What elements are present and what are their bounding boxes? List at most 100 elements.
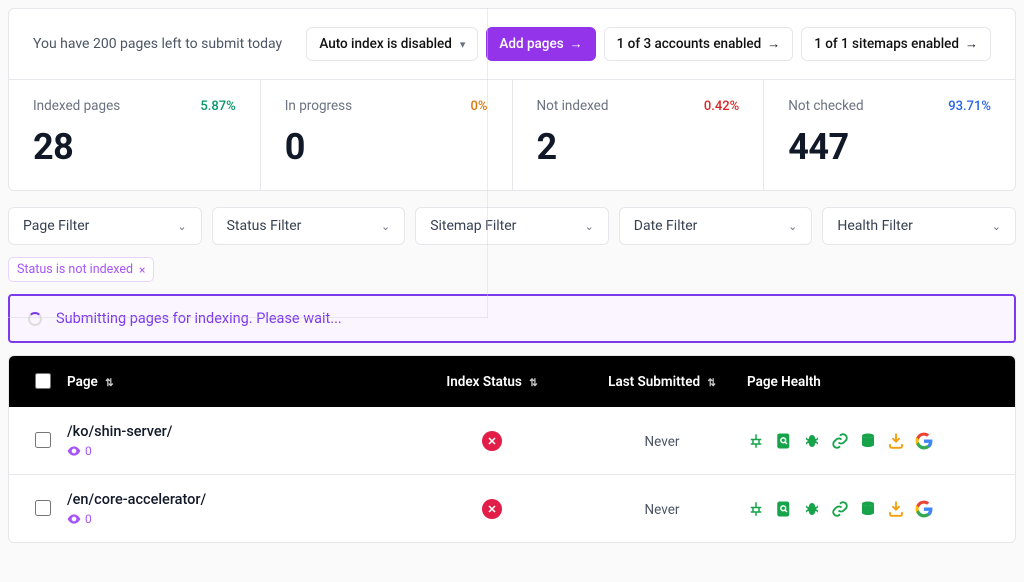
database-icon[interactable]	[859, 432, 877, 450]
date-filter[interactable]: Date Filter ⌄	[619, 207, 813, 245]
health-icons	[747, 500, 993, 518]
header-actions: Auto index is disabled ▾ Add pages → 1 o…	[306, 27, 991, 61]
table-header: Page ⇅ Index Status ⇅ Last Submitted ⇅ P…	[9, 356, 1015, 407]
filter-label: Page Filter	[23, 218, 89, 234]
link-icon[interactable]	[831, 500, 849, 518]
health-icons	[747, 432, 993, 450]
page-path[interactable]: /en/core-accelerator/	[67, 491, 407, 508]
last-submitted: Never	[645, 502, 680, 518]
chevron-down-icon: ⌄	[788, 220, 797, 233]
status-error-icon: ✕	[482, 499, 502, 519]
chevron-down-icon: ⌄	[177, 220, 186, 233]
add-pages-button[interactable]: Add pages →	[486, 27, 595, 61]
col-index-status[interactable]: Index Status ⇅	[407, 374, 577, 390]
sort-icon: ⇅	[529, 378, 537, 389]
accounts-label: 1 of 3 accounts enabled	[617, 36, 762, 52]
views-count: 0	[85, 444, 92, 458]
filter-label: Sitemap Filter	[430, 218, 516, 234]
filter-label: Health Filter	[837, 218, 913, 234]
accounts-button[interactable]: 1 of 3 accounts enabled →	[604, 27, 794, 61]
select-all-checkbox[interactable]	[35, 373, 51, 389]
search-doc-icon[interactable]	[775, 500, 793, 518]
row-checkbox[interactable]	[35, 500, 51, 516]
google-icon[interactable]	[915, 432, 933, 450]
stats-row: Indexed pages 5.87% 28 In progress 0% 0 …	[9, 79, 1015, 190]
stat-value: 2	[537, 126, 740, 168]
stat-label: In progress	[285, 98, 352, 114]
submitting-banner: Submitting pages for indexing. Please wa…	[8, 294, 1016, 343]
status-error-icon: ✕	[482, 431, 502, 451]
pages-table: Page ⇅ Index Status ⇅ Last Submitted ⇅ P…	[8, 355, 1016, 543]
search-doc-icon[interactable]	[775, 432, 793, 450]
stat-label: Indexed pages	[33, 98, 120, 114]
col-label: Last Submitted	[608, 374, 700, 390]
sitemap-filter[interactable]: Sitemap Filter ⌄	[415, 207, 609, 245]
table-row: /ko/shin-server/ 0 ✕ Never	[9, 407, 1015, 474]
download-icon[interactable]	[887, 500, 905, 518]
status-filter[interactable]: Status Filter ⌄	[212, 207, 406, 245]
spinner-icon	[28, 312, 42, 326]
active-filters: Status is not indexed ×	[8, 257, 1016, 282]
sort-icon: ⇅	[707, 378, 715, 389]
stat-label: Not indexed	[537, 98, 609, 114]
summary-card: You have 200 pages left to submit today …	[8, 8, 1016, 191]
eye-icon	[67, 446, 81, 456]
col-label: Page Health	[747, 374, 821, 390]
arrow-right-icon: →	[570, 38, 583, 51]
download-icon[interactable]	[887, 432, 905, 450]
stat-not-checked[interactable]: Not checked 93.71% 447	[764, 80, 1015, 190]
page-filter[interactable]: Page Filter ⌄	[8, 207, 202, 245]
sort-icon: ⇅	[105, 378, 113, 389]
col-page-health: Page Health	[747, 374, 993, 390]
chevron-down-icon: ⌄	[585, 220, 594, 233]
last-submitted: Never	[645, 434, 680, 450]
filter-row: Page Filter ⌄ Status Filter ⌄ Sitemap Fi…	[8, 207, 1016, 245]
auto-index-label: Auto index is disabled	[319, 36, 452, 52]
col-page[interactable]: Page ⇅	[67, 374, 407, 390]
stat-not-indexed[interactable]: Not indexed 0.42% 2	[513, 80, 765, 190]
add-pages-label: Add pages	[499, 36, 563, 52]
sitemap-icon[interactable]	[747, 500, 765, 518]
link-icon[interactable]	[831, 432, 849, 450]
stat-pct: 0%	[471, 99, 488, 114]
stat-value: 0	[285, 126, 488, 168]
stat-pct: 5.87%	[200, 99, 235, 114]
page-views: 0	[67, 444, 407, 458]
page-path[interactable]: /ko/shin-server/	[67, 423, 407, 440]
row-checkbox[interactable]	[35, 432, 51, 448]
stat-label: Not checked	[788, 98, 863, 114]
stat-indexed[interactable]: Indexed pages 5.87% 28	[9, 80, 261, 190]
close-icon[interactable]: ×	[139, 264, 145, 276]
stat-value: 447	[788, 126, 991, 168]
col-label: Index Status	[446, 374, 522, 390]
chevron-down-icon: ▾	[460, 38, 466, 51]
bug-icon[interactable]	[803, 432, 821, 450]
stat-pct: 0.42%	[704, 99, 739, 114]
database-icon[interactable]	[859, 500, 877, 518]
col-last-submitted[interactable]: Last Submitted ⇅	[577, 374, 747, 390]
filter-chip[interactable]: Status is not indexed ×	[8, 257, 154, 282]
stat-pct: 93.71%	[948, 99, 991, 114]
summary-header: You have 200 pages left to submit today …	[9, 9, 1015, 79]
views-count: 0	[85, 512, 92, 526]
auto-index-toggle[interactable]: Auto index is disabled ▾	[306, 27, 478, 61]
bug-icon[interactable]	[803, 500, 821, 518]
stat-in-progress[interactable]: In progress 0% 0	[261, 80, 513, 190]
chevron-down-icon: ⌄	[992, 220, 1001, 233]
health-filter[interactable]: Health Filter ⌄	[822, 207, 1016, 245]
stat-value: 28	[33, 126, 236, 168]
chip-label: Status is not indexed	[17, 262, 133, 277]
page-views: 0	[67, 512, 407, 526]
col-label: Page	[67, 374, 98, 390]
google-icon[interactable]	[915, 500, 933, 518]
eye-icon	[67, 514, 81, 524]
banner-text: Submitting pages for indexing. Please wa…	[56, 310, 342, 327]
table-row: /en/core-accelerator/ 0 ✕ Never	[9, 474, 1015, 542]
chevron-down-icon: ⌄	[381, 220, 390, 233]
arrow-right-icon: →	[767, 38, 780, 51]
filter-label: Status Filter	[227, 218, 302, 234]
arrow-right-icon: →	[965, 38, 978, 51]
sitemaps-button[interactable]: 1 of 1 sitemaps enabled →	[801, 27, 991, 61]
sitemap-icon[interactable]	[747, 432, 765, 450]
quota-text: You have 200 pages left to submit today	[33, 36, 282, 52]
